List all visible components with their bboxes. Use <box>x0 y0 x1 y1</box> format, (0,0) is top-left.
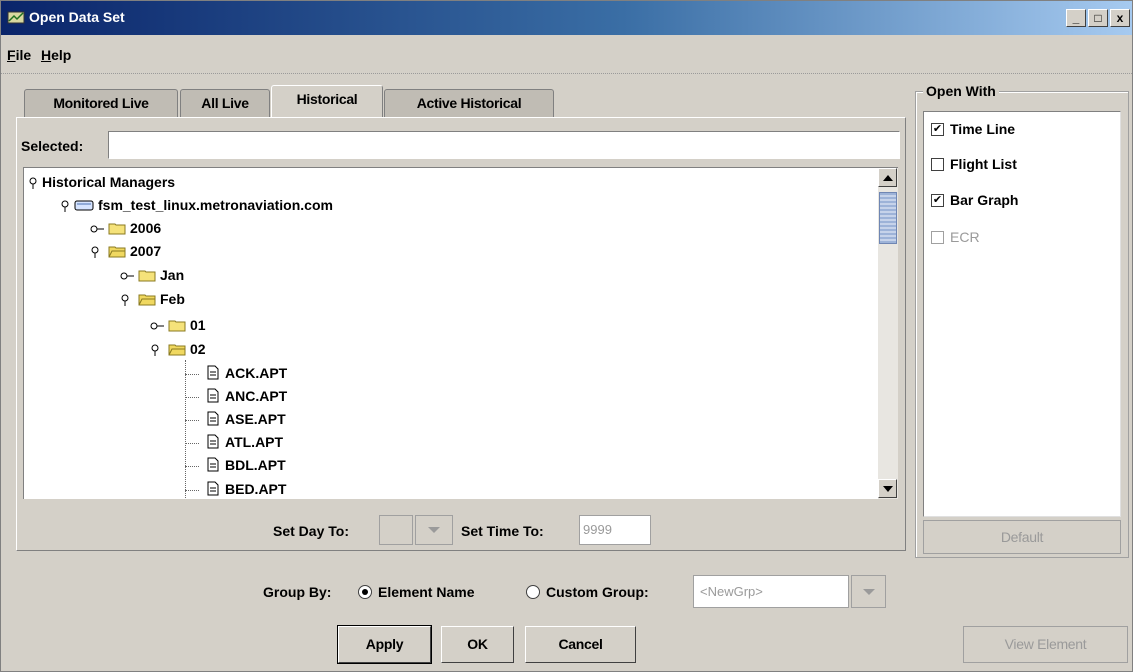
apply-button[interactable]: Apply <box>337 625 432 664</box>
tab-active-historical[interactable]: Active Historical <box>384 89 554 117</box>
window-title: Open Data Set <box>29 9 125 25</box>
set-time-field[interactable]: 9999 <box>579 515 651 545</box>
tree-connector-line <box>185 360 186 499</box>
open-folder-icon <box>138 294 156 306</box>
default-button[interactable]: Default <box>923 520 1121 554</box>
scroll-up-button[interactable] <box>878 168 897 187</box>
custom-group-label: Custom Group: <box>546 584 649 600</box>
tab-monitored-live[interactable]: Monitored Live <box>24 89 178 117</box>
checkbox-checked-icon: ✔ <box>931 123 944 136</box>
expanded-handle-icon <box>121 294 129 306</box>
document-icon <box>207 411 219 426</box>
dataset-tree[interactable]: Historical Managers fsm_test_linux.metro… <box>23 167 878 499</box>
menu-separator <box>1 73 1132 74</box>
ok-button[interactable]: OK <box>441 626 514 663</box>
set-day-label: Set Day To: <box>273 523 349 539</box>
menu-help[interactable]: Help <box>41 47 71 63</box>
expanded-handle-icon <box>151 344 159 356</box>
app-icon <box>7 11 25 24</box>
open-data-set-window: Open Data Set _ □ x File Help Monitored … <box>0 0 1133 672</box>
collapsed-handle-icon <box>150 322 164 330</box>
document-icon <box>207 434 219 449</box>
maximize-button[interactable]: □ <box>1088 9 1108 27</box>
folder-icon <box>168 320 186 332</box>
selected-field[interactable] <box>108 131 900 159</box>
server-icon <box>74 200 94 211</box>
document-icon <box>207 457 219 472</box>
folder-icon <box>138 270 156 282</box>
menu-bar: File Help <box>1 43 1132 67</box>
arrow-down-icon <box>883 486 893 492</box>
menu-file[interactable]: File <box>7 47 31 63</box>
custom-group-value: <NewGrp> <box>700 584 763 599</box>
title-bar[interactable]: Open Data Set _ □ x <box>1 1 1132 35</box>
group-by-label: Group By: <box>263 584 332 600</box>
tab-all-live[interactable]: All Live <box>180 89 270 117</box>
element-name-label: Element Name <box>378 584 475 600</box>
arrow-up-icon <box>883 175 893 181</box>
view-element-button[interactable]: View Element <box>963 626 1128 663</box>
open-folder-icon <box>108 246 126 258</box>
folder-icon <box>108 223 126 235</box>
open-with-title: Open With <box>923 83 999 99</box>
set-day-field[interactable] <box>379 515 413 545</box>
document-icon <box>207 481 219 496</box>
document-icon <box>207 388 219 403</box>
chevron-down-icon <box>863 589 875 595</box>
checkbox-unchecked-icon <box>931 158 944 171</box>
scroll-down-button[interactable] <box>878 479 897 498</box>
expanded-handle-icon <box>61 200 69 212</box>
collapsed-handle-icon <box>120 272 134 280</box>
custom-group-radio[interactable] <box>526 585 540 599</box>
tab-historical[interactable]: Historical <box>271 85 383 118</box>
cancel-button[interactable]: Cancel <box>525 626 636 663</box>
expanded-handle-icon <box>29 177 37 189</box>
checkbox-checked-icon: ✔ <box>931 194 944 207</box>
custom-group-field[interactable]: <NewGrp> <box>693 575 849 608</box>
chevron-down-icon <box>428 527 440 533</box>
document-icon <box>207 365 219 380</box>
custom-group-dropdown-button[interactable] <box>851 575 886 608</box>
set-time-label: Set Time To: <box>461 523 544 539</box>
close-button[interactable]: x <box>1110 9 1130 27</box>
element-name-radio[interactable] <box>358 585 372 599</box>
minimize-button[interactable]: _ <box>1066 9 1086 27</box>
selected-label: Selected: <box>21 138 84 154</box>
checkbox-disabled-icon <box>931 231 944 244</box>
expanded-handle-icon <box>91 246 99 258</box>
scroll-thumb[interactable] <box>879 192 897 244</box>
set-day-dropdown-button[interactable] <box>415 515 453 545</box>
collapsed-handle-icon <box>90 225 104 233</box>
open-folder-icon <box>168 344 186 356</box>
set-time-value: 9999 <box>583 522 612 537</box>
tree-vertical-scrollbar[interactable] <box>878 167 898 499</box>
